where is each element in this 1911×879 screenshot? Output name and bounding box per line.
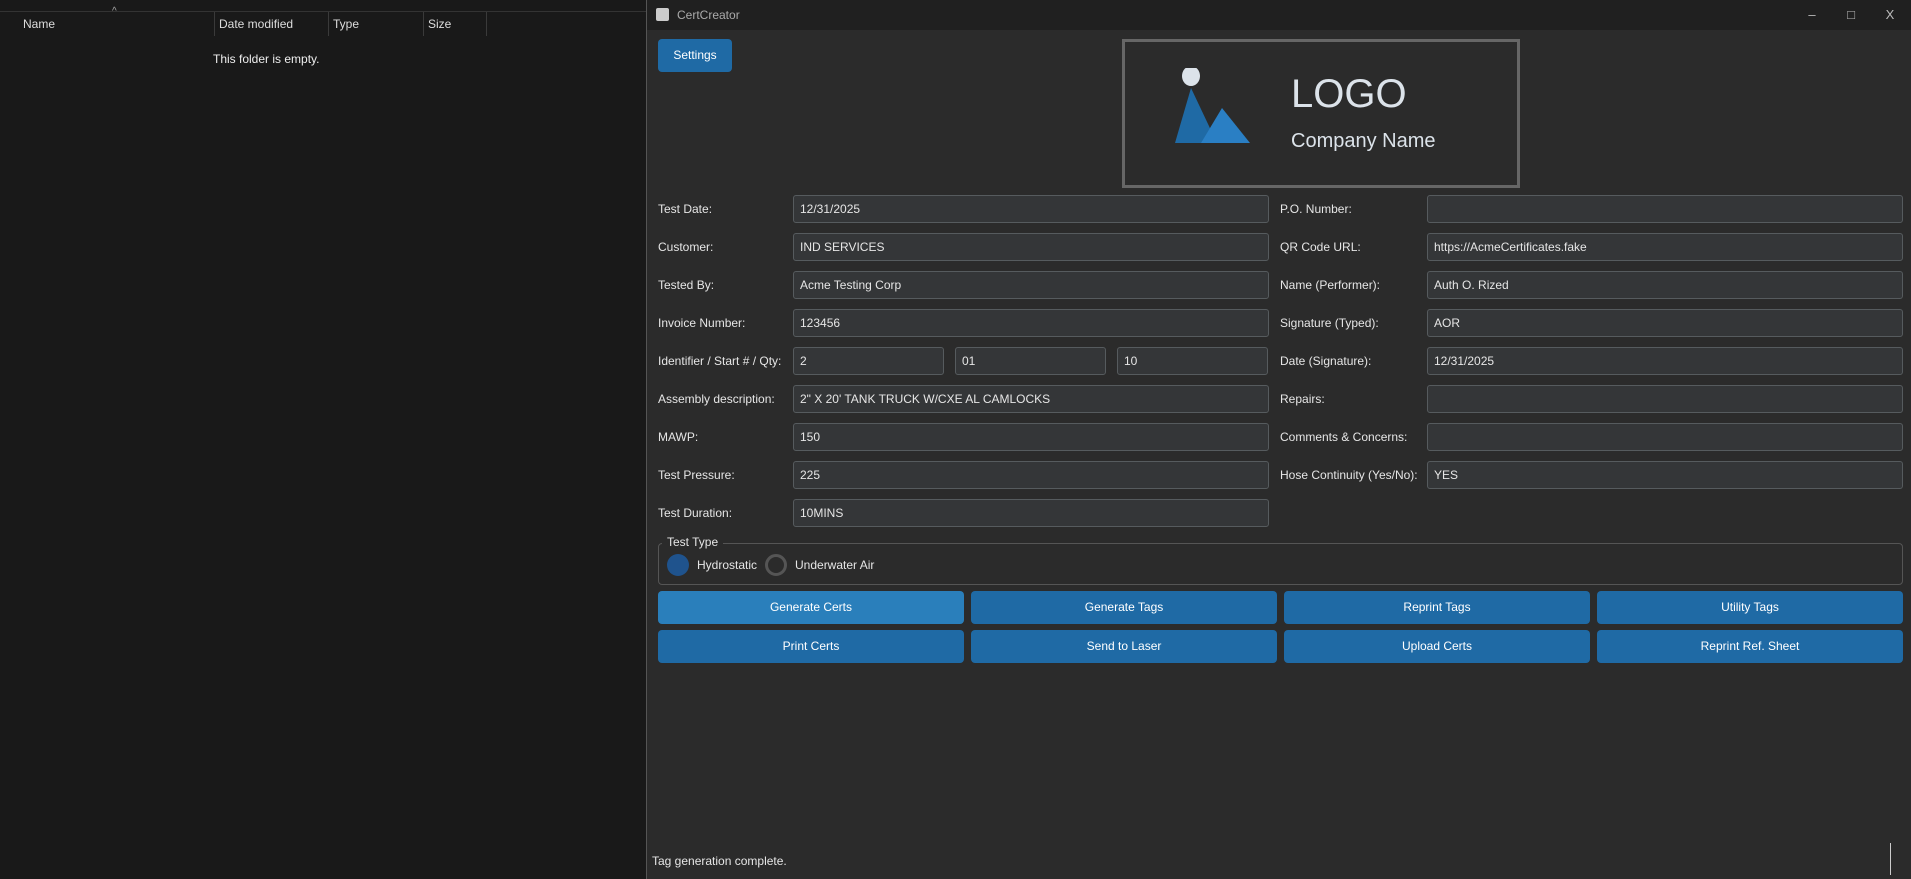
column-header-type[interactable]: Type xyxy=(333,12,423,36)
field-label: P.O. Number: xyxy=(1280,202,1352,216)
text-input[interactable]: Acme Testing Corp xyxy=(793,271,1269,299)
upload-certs-button[interactable]: Upload Certs xyxy=(1284,630,1590,663)
radio-label-underwater-air[interactable]: Underwater Air xyxy=(795,558,874,572)
status-message: Tag generation complete. xyxy=(652,854,787,868)
field-label: Test Pressure: xyxy=(658,468,735,482)
field-label: Date (Signature): xyxy=(1280,354,1372,368)
company-name: Company Name xyxy=(1291,130,1436,152)
field-label: Comments & Concerns: xyxy=(1280,430,1408,444)
settings-button[interactable]: Settings xyxy=(658,39,732,72)
file-explorer-pane: ^ Name Date modified Type Size This fold… xyxy=(0,0,646,879)
text-input[interactable] xyxy=(1427,423,1903,451)
text-input[interactable]: Auth O. Rized xyxy=(1427,271,1903,299)
send-to-laser-button[interactable]: Send to Laser xyxy=(971,630,1277,663)
company-logo: LOGO Company Name xyxy=(1122,39,1520,188)
generate-certs-button[interactable]: Generate Certs xyxy=(658,591,964,624)
field-label: Name (Performer): xyxy=(1280,278,1381,292)
certcreator-window: CertCreator – □ X Settings LOGO Company … xyxy=(646,0,1911,879)
text-input[interactable]: 2" X 20' TANK TRUCK W/CXE AL CAMLOCKS xyxy=(793,385,1269,413)
field-label: Signature (Typed): xyxy=(1280,316,1379,330)
reprint-tags-button[interactable]: Reprint Tags xyxy=(1284,591,1590,624)
field-label: Tested By: xyxy=(658,278,715,292)
column-header-size[interactable]: Size xyxy=(428,12,488,36)
test-type-group: Test Type Hydrostatic Underwater Air xyxy=(658,535,1903,585)
print-certs-button[interactable]: Print Certs xyxy=(658,630,964,663)
text-input[interactable] xyxy=(1427,385,1903,413)
app-icon xyxy=(656,8,669,21)
field-label: Hose Continuity (Yes/No): xyxy=(1280,468,1418,482)
title-bar[interactable]: CertCreator – □ X xyxy=(647,0,1911,30)
column-separator[interactable] xyxy=(423,12,424,36)
column-separator[interactable] xyxy=(486,12,487,36)
logo-mountain-icon xyxy=(1175,68,1250,143)
field-label: Invoice Number: xyxy=(658,316,746,330)
quantity-input[interactable]: 10 xyxy=(1117,347,1268,375)
text-input[interactable]: AOR xyxy=(1427,309,1903,337)
column-separator[interactable] xyxy=(328,12,329,36)
text-input[interactable]: 150 xyxy=(793,423,1269,451)
field-label: Test Duration: xyxy=(658,506,733,520)
field-label: Customer: xyxy=(658,240,714,254)
resize-grip[interactable] xyxy=(1890,843,1891,875)
text-input[interactable]: IND SERVICES xyxy=(793,233,1269,261)
minimize-button[interactable]: – xyxy=(1792,0,1832,30)
field-label: Repairs: xyxy=(1280,392,1325,406)
field-label: MAWP: xyxy=(658,430,699,444)
text-input[interactable] xyxy=(1427,195,1903,223)
text-input[interactable]: 12/31/2025 xyxy=(793,195,1269,223)
close-button[interactable]: X xyxy=(1870,0,1910,30)
utility-tags-button[interactable]: Utility Tags xyxy=(1597,591,1903,624)
empty-folder-message: This folder is empty. xyxy=(213,52,320,66)
field-label: Identifier / Start # / Qty: xyxy=(658,354,782,368)
start-number-input[interactable]: 01 xyxy=(955,347,1106,375)
test-type-legend: Test Type xyxy=(662,535,724,549)
column-header-date-modified[interactable]: Date modified xyxy=(219,12,329,36)
field-label: QR Code URL: xyxy=(1280,240,1361,254)
field-label: Assembly description: xyxy=(658,392,775,406)
window-title: CertCreator xyxy=(677,8,740,22)
text-input[interactable]: https://AcmeCertificates.fake xyxy=(1427,233,1903,261)
text-input[interactable]: 225 xyxy=(793,461,1269,489)
text-input[interactable]: 10MINS xyxy=(793,499,1269,527)
identifier-input[interactable]: 2 xyxy=(793,347,944,375)
text-input[interactable]: YES xyxy=(1427,461,1903,489)
generate-tags-button[interactable]: Generate Tags xyxy=(971,591,1277,624)
radio-label-hydrostatic[interactable]: Hydrostatic xyxy=(697,558,757,572)
radio-underwater-air[interactable] xyxy=(765,554,787,576)
field-label: Test Date: xyxy=(658,202,713,216)
maximize-button[interactable]: □ xyxy=(1831,0,1871,30)
column-separator[interactable] xyxy=(214,12,215,36)
text-input[interactable]: 12/31/2025 xyxy=(1427,347,1903,375)
radio-hydrostatic[interactable] xyxy=(667,554,689,576)
text-input[interactable]: 123456 xyxy=(793,309,1269,337)
reprint-ref-sheet-button[interactable]: Reprint Ref. Sheet xyxy=(1597,630,1903,663)
logo-title: LOGO xyxy=(1291,72,1407,116)
